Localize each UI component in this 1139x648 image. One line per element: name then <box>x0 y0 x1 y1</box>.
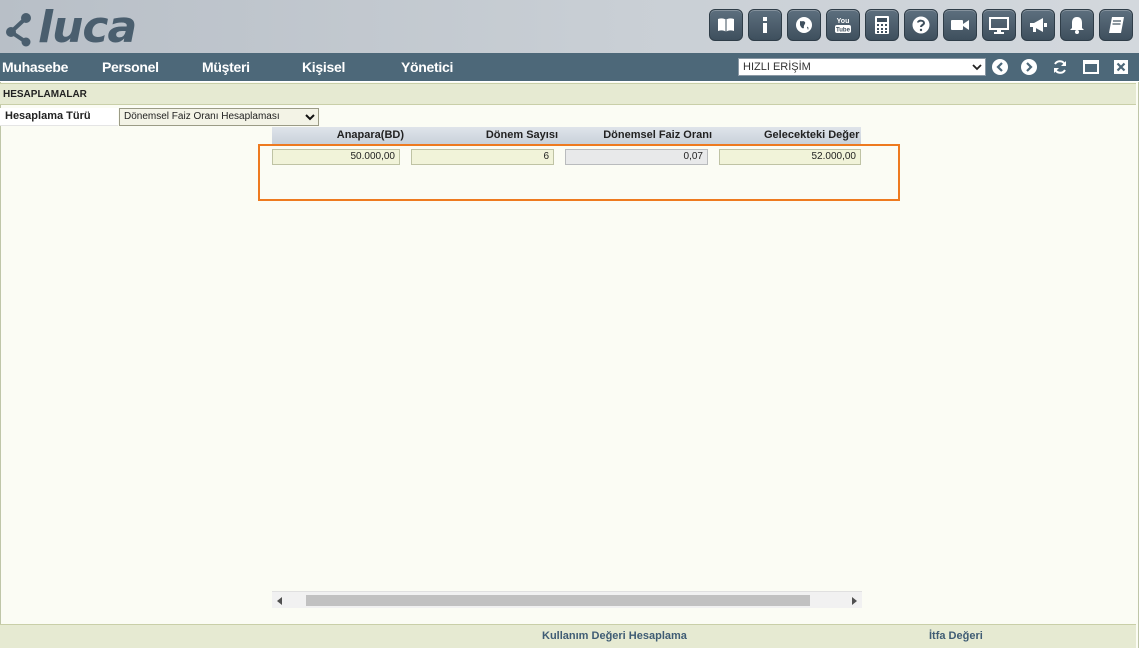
usage-value-calc-link[interactable]: Kullanım Değeri Hesaplama <box>542 624 687 648</box>
column-header-principal: Anapara(BD) <box>336 129 404 141</box>
scroll-left-icon[interactable] <box>277 597 283 605</box>
logo-mark-icon <box>6 13 31 47</box>
nav-item-yonetici[interactable]: Yönetici <box>401 53 453 81</box>
bell-button[interactable] <box>1060 9 1094 41</box>
nav-item-musteri[interactable]: Müşteri <box>202 53 250 81</box>
nav-item-personel[interactable]: Personel <box>102 53 159 81</box>
close-icon <box>1114 60 1128 74</box>
megaphone-button[interactable] <box>1021 9 1055 41</box>
column-header-period-count: Dönem Sayısı <box>485 129 558 141</box>
nav-item-muhasebe[interactable]: Muhasebe <box>2 53 68 81</box>
globe-button[interactable] <box>787 9 821 41</box>
column-header-interest-rate: Dönemsel Faiz Oranı <box>603 129 712 141</box>
forward-button[interactable] <box>1021 59 1037 75</box>
back-button[interactable] <box>992 59 1008 75</box>
maximize-icon <box>1083 60 1099 74</box>
scroll-right-icon[interactable] <box>851 597 857 605</box>
column-header-future-value: Gelecekteki Değer <box>764 129 860 141</box>
horizontal-scrollbar[interactable] <box>272 591 862 608</box>
logo-text: luca <box>38 2 137 53</box>
calculator-icon <box>875 16 889 34</box>
book-icon <box>718 18 734 32</box>
amortization-value-link[interactable]: İtfa Değeri <box>929 624 983 648</box>
youtube-text-top: You <box>837 18 850 25</box>
section-title: HESAPLAMALAR <box>0 83 1136 105</box>
book-button[interactable] <box>709 9 743 41</box>
calc-type-select[interactable]: Dönemsel Faiz Oranı Hesaplaması <box>119 108 319 126</box>
notebook-button[interactable] <box>1099 9 1133 41</box>
nav-item-kisisel[interactable]: Kişisel <box>302 53 345 81</box>
chevron-left-icon <box>996 62 1003 72</box>
close-button[interactable] <box>1113 59 1129 75</box>
calculator-button[interactable] <box>865 9 899 41</box>
globe-icon <box>796 17 812 33</box>
refresh-button[interactable] <box>1052 59 1068 75</box>
video-button[interactable] <box>943 9 977 41</box>
video-icon <box>951 20 969 30</box>
calc-type-value: Dönemsel Faiz Oranı Hesaplaması <box>124 111 280 122</box>
info-icon <box>763 17 767 33</box>
quick-access-select[interactable]: HIZLI ERİŞİM <box>738 58 986 76</box>
chevron-right-icon <box>1026 62 1033 72</box>
quick-access-label: HIZLI ERİŞİM <box>743 61 811 73</box>
grid-header: Anapara(BD) Dönem Sayısı Dönemsel Faiz O… <box>272 127 861 144</box>
toolbar: You Tube <box>709 9 1133 41</box>
monitor-button[interactable] <box>982 9 1016 41</box>
scrollbar-thumb[interactable] <box>306 595 810 606</box>
bell-icon <box>1070 17 1084 34</box>
monitor-icon <box>989 17 1009 34</box>
luca-logo[interactable]: luca <box>4 2 137 53</box>
maximize-button[interactable] <box>1083 59 1099 75</box>
notebook-icon <box>1109 17 1124 33</box>
refresh-icon <box>1054 60 1066 74</box>
youtube-button[interactable]: You Tube <box>826 9 860 41</box>
info-button[interactable] <box>748 9 782 41</box>
highlight-box <box>258 144 900 201</box>
help-icon <box>912 16 930 34</box>
youtube-icon: You Tube <box>835 18 851 34</box>
megaphone-icon <box>1030 18 1047 32</box>
chevron-down-icon <box>305 114 315 121</box>
top-header: luca You Tube <box>0 0 1139 53</box>
youtube-text-bottom: Tube <box>836 28 851 34</box>
chevron-down-icon <box>972 64 982 71</box>
help-button[interactable] <box>904 9 938 41</box>
calc-type-label: Hesaplama Türü <box>0 108 118 126</box>
